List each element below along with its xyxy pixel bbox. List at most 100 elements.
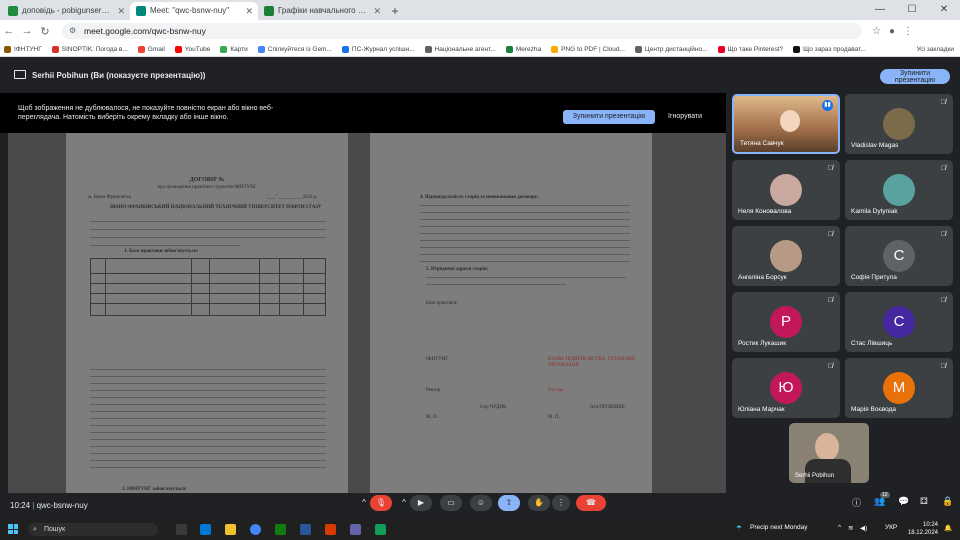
- notice-ignore-button[interactable]: Ігнорувати: [668, 110, 702, 124]
- close-icon[interactable]: ✕: [245, 2, 253, 20]
- tray-overflow-icon[interactable]: ^: [838, 524, 841, 531]
- reload-icon[interactable]: ↻: [36, 25, 54, 38]
- teams-icon[interactable]: [350, 524, 361, 535]
- emoji-button[interactable]: ☺: [470, 495, 492, 511]
- camera-options-icon[interactable]: ^: [398, 495, 410, 511]
- weather-text[interactable]: Precip next Monday: [750, 524, 807, 531]
- bookmark-item[interactable]: PNG to PDF | Cloud...: [551, 45, 625, 53]
- text-line: [90, 383, 326, 385]
- participant-tile[interactable]: С 🎙̸ Софія Притула: [845, 226, 953, 286]
- browser-tab-0[interactable]: доповідь - pobigunserg@gma ✕: [2, 2, 130, 20]
- bookmark-label: ПС-Журнал успішн...: [351, 45, 415, 53]
- all-bookmarks[interactable]: Усі закладки: [916, 46, 954, 53]
- browser-tab-1[interactable]: Meet: "qwc-bsnw-nuy" ✕: [130, 2, 258, 20]
- self-view-tile[interactable]: Serhii Pobihun: [789, 423, 869, 483]
- participant-tile[interactable]: ▮▮ Тетяна Савчук: [732, 94, 840, 154]
- table-rule: [91, 303, 325, 304]
- practice-base-label: База практики:: [426, 301, 458, 306]
- contract-date: "___" _________ 2024 р.: [266, 195, 318, 200]
- minimize-icon[interactable]: —: [864, 0, 896, 20]
- word-icon[interactable]: [300, 524, 311, 535]
- back-icon[interactable]: ←: [0, 25, 18, 37]
- browser-tab-2[interactable]: Графіки навчального процес ✕: [258, 2, 386, 20]
- mic-off-icon: 🎙̸: [827, 231, 833, 238]
- network-icon[interactable]: ≋: [848, 524, 853, 532]
- volume-icon[interactable]: ◀): [860, 524, 867, 532]
- bookmark-item[interactable]: Центр дистанційно...: [634, 45, 708, 53]
- bookmark-item[interactable]: Що таке Pinterest?: [717, 45, 783, 53]
- notifications-icon[interactable]: 🔔: [944, 524, 952, 532]
- stop-presenting-button[interactable]: Зупинити презентацію: [880, 69, 950, 84]
- bookmark-item[interactable]: ПС-Журнал успішн...: [341, 45, 415, 53]
- present-button[interactable]: ⇧: [498, 495, 520, 511]
- chat-icon[interactable]: 💬: [898, 496, 909, 507]
- app-icon[interactable]: [375, 524, 386, 535]
- section-heading: 1. База практики зобов'язується:: [124, 249, 199, 254]
- participant-tile[interactable]: Р 🎙̸ Ростик Лукашик: [732, 292, 840, 352]
- windows-start-icon[interactable]: [8, 524, 18, 534]
- menu-icon[interactable]: ⋮: [903, 26, 913, 37]
- edge-icon[interactable]: [200, 524, 211, 535]
- sheets-icon: [264, 6, 274, 16]
- close-icon[interactable]: ✕: [373, 2, 381, 20]
- text-line: [426, 284, 566, 286]
- url-input[interactable]: ⚙ meet.google.com/qwc-bsnw-nuy: [62, 23, 862, 39]
- self-body: [805, 459, 851, 483]
- site-info-icon[interactable]: ⚙: [69, 23, 76, 39]
- bookmark-item[interactable]: Merezha: [505, 45, 541, 53]
- weather-icon[interactable]: ☂: [736, 524, 742, 532]
- bookmark-icon: [634, 45, 642, 53]
- mic-off-icon: 🎙̸: [827, 297, 833, 304]
- chrome-icon[interactable]: [250, 524, 261, 535]
- close-window-icon[interactable]: ✕: [928, 0, 960, 20]
- taskbar-clock[interactable]: 10:24 18.12.2024: [908, 521, 938, 537]
- new-tab-button[interactable]: +: [386, 2, 404, 20]
- participant-tile[interactable]: 🎙̸ Ангеліна Борсук: [732, 226, 840, 286]
- mic-toggle-button[interactable]: 🎙: [370, 495, 392, 511]
- bookmark-item[interactable]: YouTube: [174, 45, 210, 53]
- participant-tile[interactable]: С 🎙̸ Стас Лівшиць: [845, 292, 953, 352]
- notice-stop-button[interactable]: Зупинити презентацію: [563, 110, 655, 124]
- document-table: [90, 258, 326, 316]
- leave-call-button[interactable]: ☎: [576, 495, 606, 511]
- bookmark-item[interactable]: Що зараз продават...: [793, 45, 866, 53]
- text-line: [420, 205, 630, 207]
- more-options-icon[interactable]: ⋮: [552, 495, 570, 511]
- bookmark-icon: [424, 45, 432, 53]
- participant-tile[interactable]: 🎙̸ Неля Коновалова: [732, 160, 840, 220]
- meeting-details-icon[interactable]: ⓘ: [852, 496, 861, 509]
- bookmark-item[interactable]: ІФНТУНГ: [4, 45, 42, 53]
- participant-name: Тетяна Савчук: [740, 140, 784, 147]
- host-controls-icon[interactable]: 🔒: [942, 496, 953, 507]
- close-icon[interactable]: ✕: [117, 2, 125, 20]
- powerpoint-icon[interactable]: [325, 524, 336, 535]
- participant-tile[interactable]: М 🎙̸ Марія Воєвода: [845, 358, 953, 418]
- participant-tile[interactable]: Ю 🎙̸ Юліана Марчак: [732, 358, 840, 418]
- bookmark-item[interactable]: Gmail: [137, 45, 165, 53]
- profile-icon[interactable]: ●: [889, 26, 895, 37]
- star-icon[interactable]: ☆: [872, 26, 881, 37]
- text-line: [90, 376, 326, 378]
- participant-tile[interactable]: 🎙̸ Vladislav Magas: [845, 94, 953, 154]
- participant-count-badge: 12: [880, 492, 890, 498]
- shared-screen: Бланк договору про проходження практики …: [8, 93, 726, 493]
- raise-hand-button[interactable]: ✋: [528, 495, 550, 511]
- language-indicator[interactable]: УКР: [885, 524, 897, 531]
- task-view-icon[interactable]: [176, 524, 187, 535]
- mic-options-icon[interactable]: ^: [358, 495, 370, 511]
- store-icon[interactable]: [275, 524, 286, 535]
- activities-icon[interactable]: ⚃: [920, 496, 928, 507]
- bookmark-item[interactable]: Карти: [220, 45, 248, 53]
- bookmark-item[interactable]: SINOPTIK: Погода в...: [51, 45, 128, 53]
- forward-icon[interactable]: →: [18, 25, 36, 37]
- bookmark-item[interactable]: Національне агент...: [424, 45, 496, 53]
- text-line: [90, 418, 326, 420]
- taskbar-search[interactable]: ⌕ Пошук: [28, 523, 158, 536]
- rector-name: Ігор ЧУДИК: [480, 405, 507, 410]
- bookmark-item[interactable]: Спілкуйтеся із Gem...: [257, 45, 332, 53]
- maximize-icon[interactable]: ☐: [896, 0, 928, 20]
- captions-button[interactable]: ▭: [440, 495, 462, 511]
- participant-tile[interactable]: 🎙̸ Kamila Dytyniak: [845, 160, 953, 220]
- camera-toggle-button[interactable]: ▶: [410, 495, 432, 511]
- file-explorer-icon[interactable]: [225, 524, 236, 535]
